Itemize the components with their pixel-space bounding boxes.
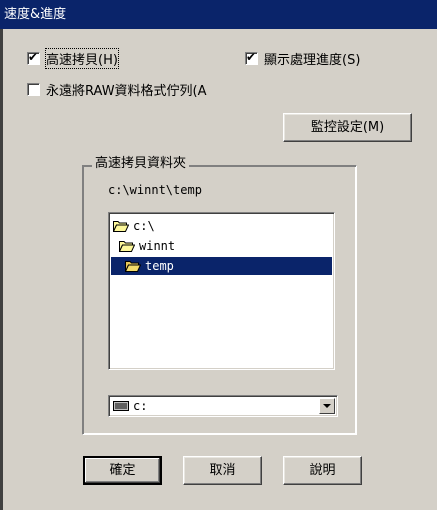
high-speed-copy-label: 高速拷貝(H)	[45, 47, 119, 69]
high-speed-copy-checkbox[interactable]: ✔ 高速拷貝(H)	[27, 47, 119, 69]
ok-label: 確定	[109, 463, 136, 478]
cancel-label: 取消	[209, 463, 236, 478]
keep-raw-checkbox[interactable]: 永遠將RAW資料格式佇列(A	[27, 80, 207, 99]
dialog-title: 速度&進度	[4, 7, 67, 22]
current-path-label: c:\winnt\temp	[108, 183, 202, 197]
keep-raw-check-box[interactable]	[27, 82, 40, 96]
show-progress-checkbox[interactable]: ✔ 顯示處理進度(S)	[245, 49, 361, 68]
checkmark-icon: ✔	[246, 49, 257, 64]
chevron-down-icon	[323, 404, 331, 408]
checkmark-icon: ✔	[28, 49, 39, 64]
folder-listbox[interactable]: c:\ winnt temp	[108, 212, 335, 370]
folder-name: winnt	[139, 239, 176, 253]
help-label: 說明	[309, 463, 336, 478]
title-bar[interactable]: 速度&進度	[0, 0, 437, 29]
monitor-settings-label: 監控設定(M)	[310, 120, 385, 135]
high-speed-copy-check-box[interactable]: ✔	[27, 49, 40, 65]
ok-button[interactable]: 確定	[83, 456, 162, 485]
window-edge	[0, 29, 3, 510]
folder-item-temp[interactable]: temp	[111, 257, 332, 275]
open-folder-icon	[125, 261, 141, 272]
folder-name: c:\	[133, 219, 155, 233]
folder-name: temp	[145, 259, 174, 273]
show-progress-label: 顯示處理進度(S)	[264, 52, 361, 68]
copy-folder-legend: 高速拷貝資料夾	[92, 155, 190, 173]
cancel-button[interactable]: 取消	[183, 456, 262, 485]
monitor-settings-button[interactable]: 監控設定(M)	[283, 113, 412, 142]
keep-raw-label: 永遠將RAW資料格式佇列(A	[46, 83, 207, 99]
drive-icon	[113, 401, 129, 411]
folder-item-winnt[interactable]: winnt	[119, 237, 175, 255]
drive-dropdown-button[interactable]	[319, 398, 335, 414]
open-folder-icon	[119, 241, 135, 252]
folder-item-root[interactable]: c:\	[113, 217, 155, 235]
dialog-window: 速度&進度 ✔ 高速拷貝(H) ✔ 顯示處理進度(S) 永遠將RAW資料格式佇列…	[0, 0, 437, 510]
open-folder-icon	[113, 221, 129, 232]
drive-select[interactable]: c:	[108, 395, 338, 417]
show-progress-check-box[interactable]: ✔	[245, 49, 258, 65]
help-button[interactable]: 說明	[283, 456, 362, 485]
drive-value: c:	[133, 399, 148, 413]
